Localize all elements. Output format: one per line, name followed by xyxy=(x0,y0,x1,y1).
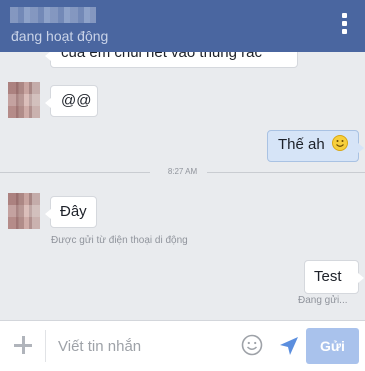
message-text: Thế ah xyxy=(278,136,325,153)
send-button[interactable]: Gửi xyxy=(306,328,359,364)
avatar[interactable] xyxy=(8,82,40,118)
message-input[interactable] xyxy=(58,335,228,357)
message-composer: Gửi xyxy=(0,320,365,371)
location-arrow-icon[interactable] xyxy=(277,334,301,358)
contact-name-redacted xyxy=(10,7,96,23)
outgoing-message[interactable]: Test xyxy=(304,260,364,294)
incoming-message[interactable]: @@ xyxy=(45,85,98,117)
chat-header: đang hoạt động xyxy=(0,0,365,52)
composer-divider xyxy=(45,330,46,362)
smiley-icon xyxy=(331,135,348,151)
sending-status: Đang gửi... xyxy=(298,295,348,306)
plus-icon[interactable] xyxy=(14,336,32,354)
sent-from-mobile-label: Được gửi từ điện thoại di động xyxy=(51,235,188,246)
message-text: Test xyxy=(314,268,342,285)
contact-status: đang hoạt động xyxy=(11,28,109,44)
timestamp-divider: 8:27 AM xyxy=(0,167,365,177)
message-text: @@ xyxy=(61,92,92,109)
divider-line xyxy=(207,172,365,173)
overflow-menu-icon[interactable] xyxy=(341,13,347,37)
avatar[interactable] xyxy=(8,193,40,229)
message-text: Đây xyxy=(60,203,87,220)
outgoing-message[interactable]: Thế ah xyxy=(267,130,364,162)
incoming-message[interactable]: Đây xyxy=(45,196,97,228)
emoji-icon[interactable] xyxy=(241,334,263,356)
